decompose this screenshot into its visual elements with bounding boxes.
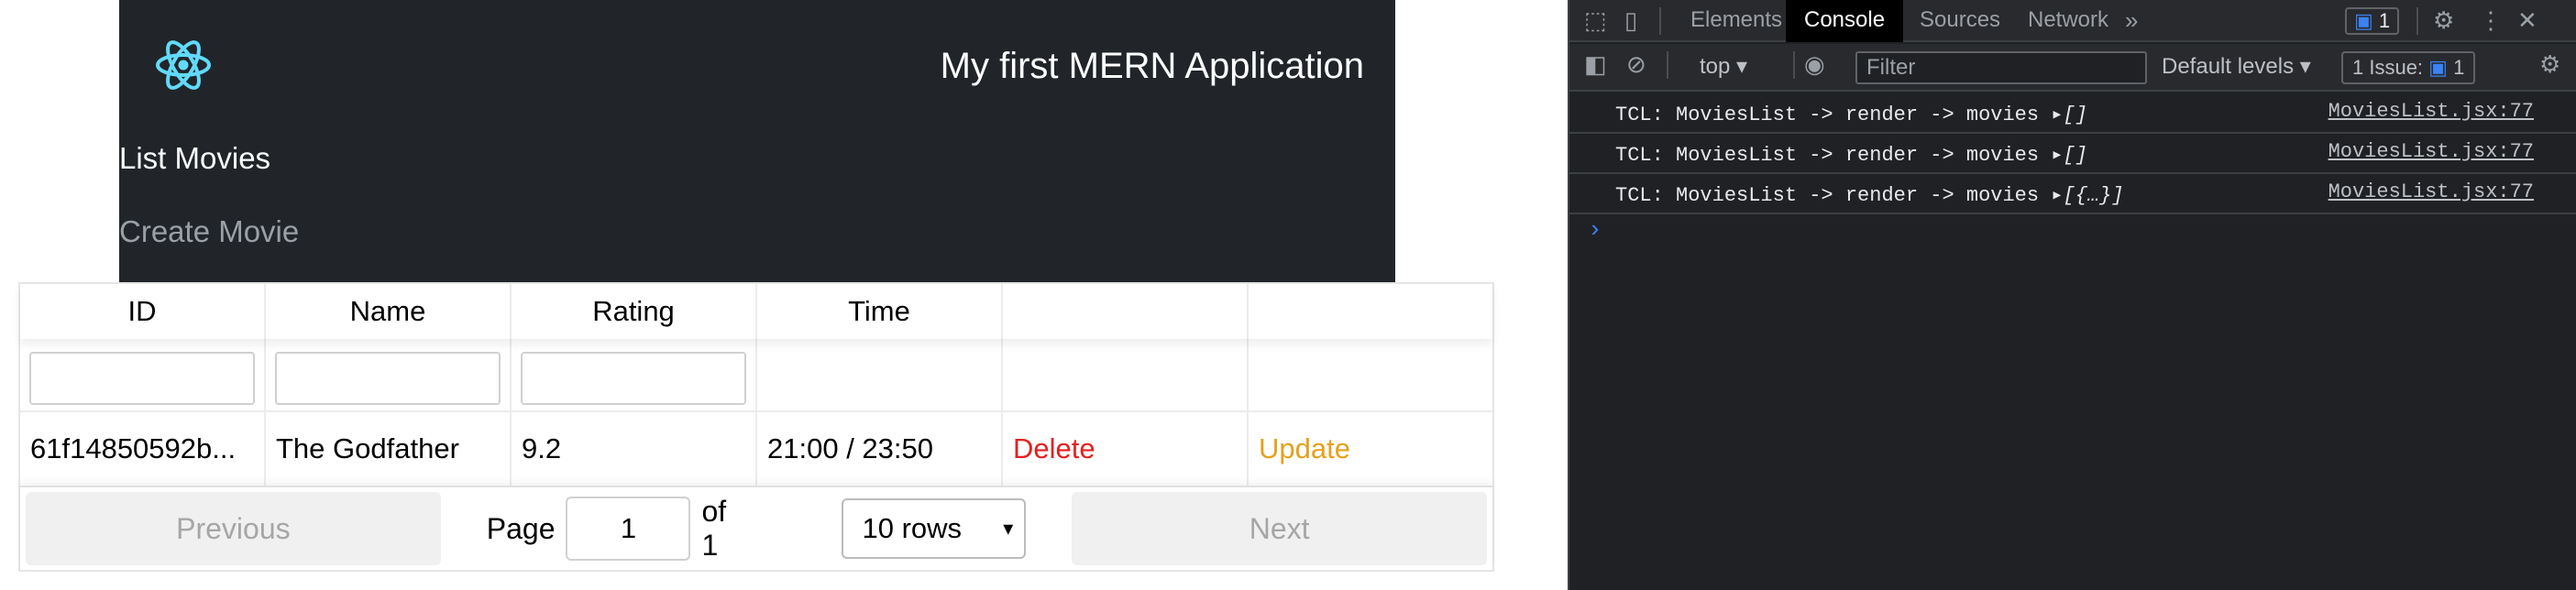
filter-rating-input[interactable] bbox=[521, 352, 746, 405]
app-pane: My first MERN Application List Movies Cr… bbox=[0, 0, 1568, 590]
log-levels-value: Default levels bbox=[2162, 54, 2295, 79]
column-header-rating[interactable]: Rating bbox=[512, 284, 757, 339]
react-logo-icon[interactable] bbox=[138, 33, 229, 97]
messages-badge[interactable]: ▣ 1 bbox=[2345, 7, 2400, 35]
page-indicator: Page of 1 10 rows ▾ bbox=[486, 495, 1027, 563]
inspect-element-icon[interactable]: ⬚ bbox=[1584, 0, 1607, 40]
column-header-id[interactable]: ID bbox=[20, 284, 266, 339]
filter-cell-name bbox=[266, 339, 512, 412]
device-toolbar-icon[interactable]: ▯ bbox=[1624, 0, 1637, 40]
log-message: TCL: MoviesList -> render -> movies bbox=[1615, 104, 2052, 126]
divider bbox=[2416, 7, 2418, 35]
cell-time: 21:00 / 23:50 bbox=[757, 412, 1003, 486]
tab-elements[interactable]: Elements bbox=[1672, 0, 1800, 42]
tab-network[interactable]: Network bbox=[2009, 0, 2127, 42]
live-expression-eye-icon[interactable]: ◉ bbox=[1804, 44, 1825, 84]
tab-sources[interactable]: Sources bbox=[1901, 0, 2019, 42]
column-header-delete bbox=[1003, 284, 1249, 339]
chevron-down-icon: ▾ bbox=[1003, 517, 1014, 540]
column-header-update bbox=[1249, 284, 1492, 339]
filter-cell-delete bbox=[1003, 339, 1249, 412]
log-value[interactable]: [] bbox=[2064, 144, 2087, 167]
delete-link[interactable]: Delete bbox=[1003, 412, 1249, 486]
log-message: TCL: MoviesList -> render -> movies bbox=[1615, 144, 2052, 167]
log-levels-select[interactable]: Default levels ▾ bbox=[2162, 53, 2311, 81]
filter-row bbox=[20, 339, 1492, 412]
message-count: 1 bbox=[2378, 9, 2391, 32]
table-header: ID Name Rating Time bbox=[20, 284, 1492, 339]
chevron-down-icon: ▾ bbox=[1736, 54, 1748, 79]
filter-name-input[interactable] bbox=[275, 352, 501, 405]
context-select[interactable]: top ▾ bbox=[1700, 53, 1747, 81]
expand-triangle-icon[interactable]: ▸ bbox=[2051, 184, 2063, 207]
log-source-link[interactable]: MoviesList.jsx:77 bbox=[2328, 101, 2534, 123]
next-button[interactable]: Next bbox=[1072, 492, 1487, 565]
cell-name: The Godfather bbox=[266, 412, 512, 486]
expand-triangle-icon[interactable]: ▸ bbox=[2051, 104, 2063, 126]
console-log-line: TCL: MoviesList -> render -> movies ▸[] … bbox=[1569, 93, 2576, 134]
settings-gear-icon[interactable]: ⚙ bbox=[2433, 0, 2454, 40]
page-total-label: of 1 bbox=[701, 495, 727, 562]
devtools-panel: ⬚ ▯ Elements Console Sources Network » ▣… bbox=[1568, 0, 2576, 590]
console-log-line: TCL: MoviesList -> render -> movies ▸[] … bbox=[1569, 134, 2576, 174]
filter-cell-rating bbox=[512, 339, 757, 412]
log-message: TCL: MoviesList -> render -> movies bbox=[1615, 184, 2052, 207]
log-source-link[interactable]: MoviesList.jsx:77 bbox=[2328, 181, 2534, 203]
sidebar-toggle-icon[interactable]: ◧ bbox=[1584, 44, 1607, 84]
filter-cell-time bbox=[757, 339, 1003, 412]
nav-link-create-movie[interactable]: Create Movie bbox=[119, 213, 299, 250]
issue-message-icon: ▣ bbox=[2428, 56, 2454, 79]
console-settings-gear-icon[interactable]: ⚙ bbox=[2539, 44, 2560, 84]
log-value[interactable]: [] bbox=[2064, 104, 2087, 126]
update-link[interactable]: Update bbox=[1249, 412, 1492, 486]
divider bbox=[1659, 7, 1661, 35]
console-prompt-icon[interactable]: › bbox=[1588, 216, 1602, 244]
devtools-tab-bar: ⬚ ▯ Elements Console Sources Network » ▣… bbox=[1569, 0, 2576, 42]
tab-console[interactable]: Console bbox=[1786, 0, 1904, 42]
console-output: TCL: MoviesList -> render -> movies ▸[] … bbox=[1569, 93, 2576, 244]
issues-count: 1 bbox=[2453, 56, 2465, 79]
log-value[interactable]: [{…}] bbox=[2064, 184, 2124, 207]
cell-id: 61f14850592b... bbox=[20, 412, 266, 486]
column-header-time[interactable]: Time bbox=[757, 284, 1003, 339]
page-number-input[interactable] bbox=[566, 497, 691, 561]
column-header-name[interactable]: Name bbox=[266, 284, 512, 339]
issues-label: 1 Issue: bbox=[2352, 56, 2424, 79]
message-icon: ▣ bbox=[2354, 9, 2373, 32]
console-toolbar: ◧ ⊘ top ▾ ◉ Default levels ▾ 1 Issue: ▣ … bbox=[1569, 44, 2576, 92]
cell-rating: 9.2 bbox=[512, 412, 757, 486]
filter-cell-update bbox=[1249, 339, 1492, 412]
console-log-line: TCL: MoviesList -> render -> movies ▸[{…… bbox=[1569, 174, 2576, 214]
navbar: My first MERN Application List Movies Cr… bbox=[119, 0, 1395, 282]
brand-title: My first MERN Application bbox=[940, 46, 1364, 86]
page-label: Page bbox=[486, 511, 556, 545]
rows-per-page-value: 10 rows bbox=[862, 512, 963, 544]
clear-console-icon[interactable]: ⊘ bbox=[1626, 44, 1646, 84]
nav-link-list-movies[interactable]: List Movies bbox=[119, 140, 270, 177]
context-value: top bbox=[1700, 54, 1731, 79]
movies-table: ID Name Rating Time 61f14850592b... The … bbox=[18, 282, 1494, 572]
screen: My first MERN Application List Movies Cr… bbox=[0, 0, 2576, 590]
console-filter-input[interactable] bbox=[1855, 51, 2147, 84]
more-tabs-icon[interactable]: » bbox=[2125, 0, 2138, 40]
close-icon[interactable]: ✕ bbox=[2517, 0, 2537, 40]
more-options-icon[interactable]: ⋮ bbox=[2479, 0, 2503, 40]
rows-per-page-select[interactable]: 10 rows ▾ bbox=[842, 498, 1027, 559]
previous-button[interactable]: Previous bbox=[26, 492, 441, 565]
chevron-down-icon: ▾ bbox=[2299, 54, 2311, 79]
issues-button[interactable]: 1 Issue: ▣ 1 bbox=[2341, 51, 2476, 84]
divider bbox=[1793, 51, 1795, 79]
pagination-bar: Previous Page of 1 10 rows ▾ Next bbox=[20, 486, 1492, 570]
table-row: 61f14850592b... The Godfather 9.2 21:00 … bbox=[20, 412, 1492, 486]
filter-id-input[interactable] bbox=[29, 352, 255, 405]
log-source-link[interactable]: MoviesList.jsx:77 bbox=[2328, 141, 2534, 163]
divider bbox=[1667, 51, 1668, 79]
expand-triangle-icon[interactable]: ▸ bbox=[2051, 144, 2063, 167]
filter-cell-id bbox=[20, 339, 266, 412]
